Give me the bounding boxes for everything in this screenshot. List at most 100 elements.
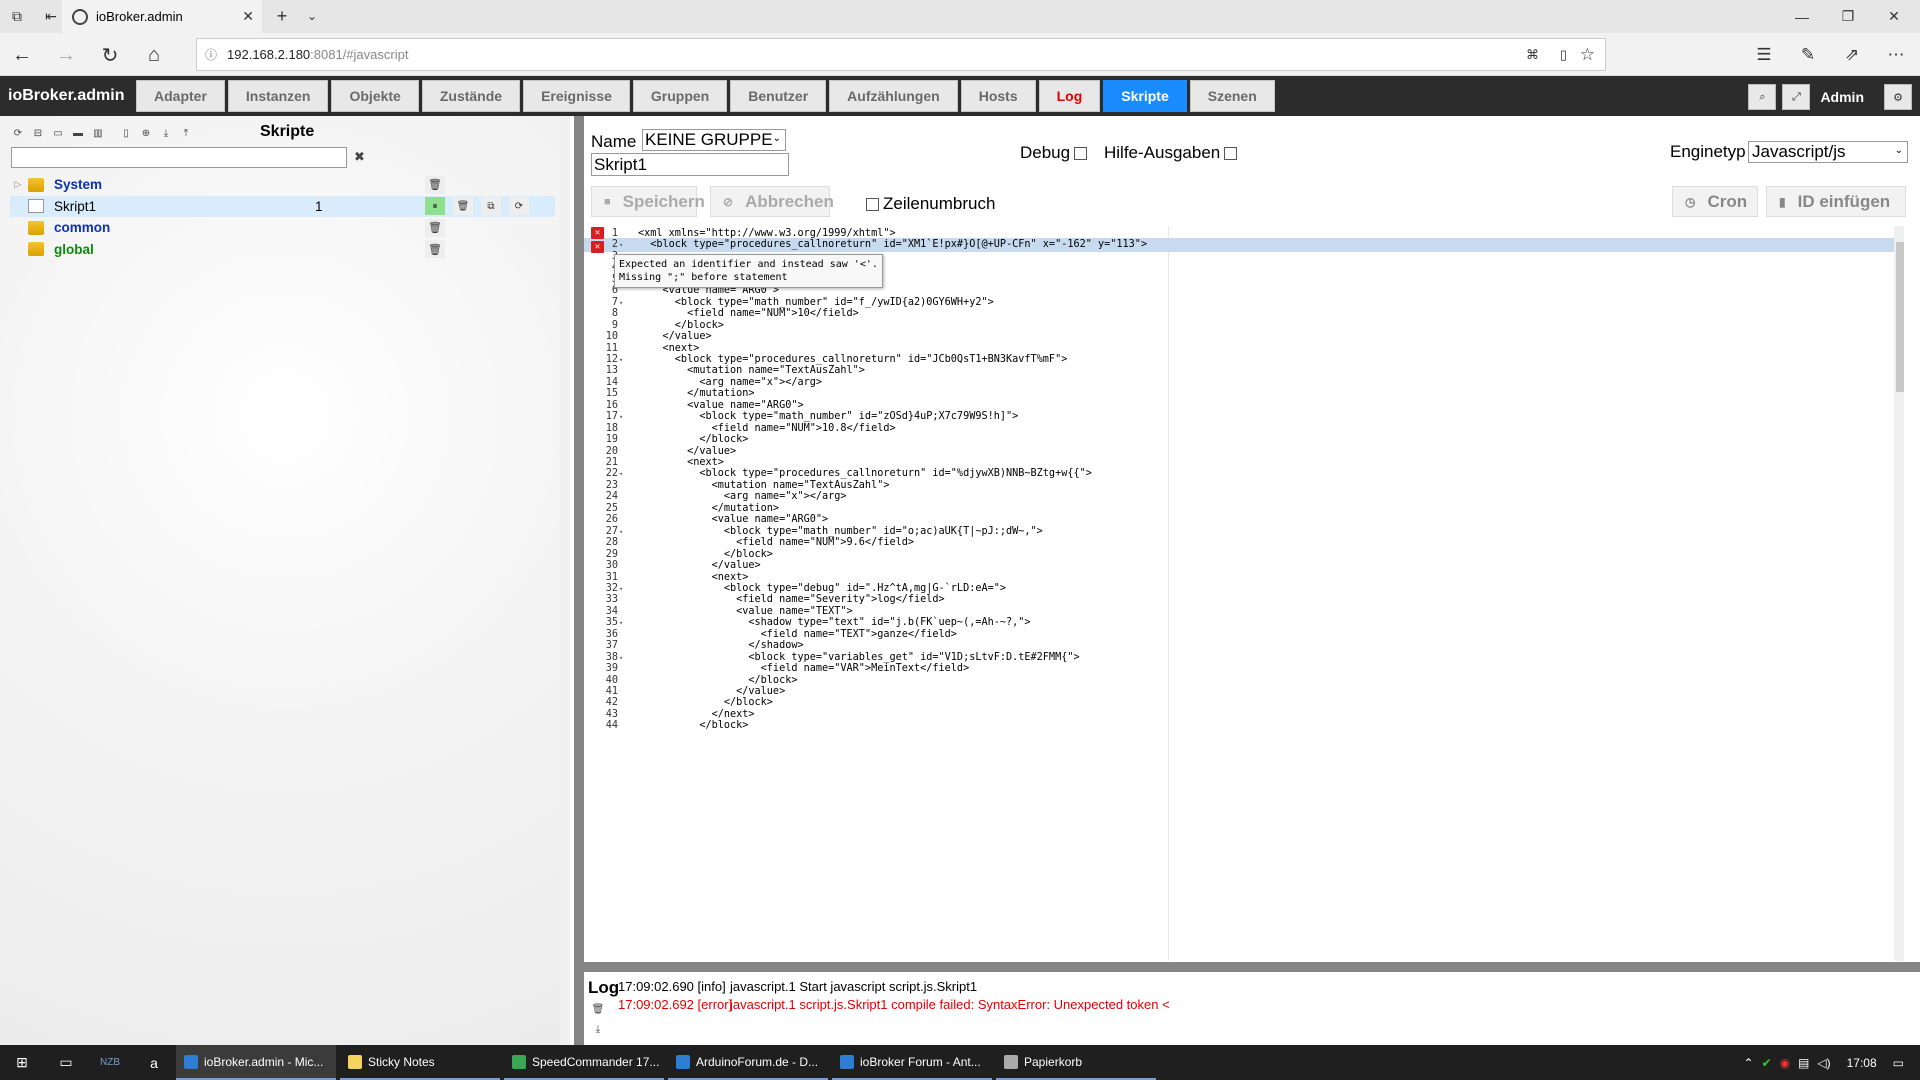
tree-row-common[interactable]: common 🗑	[10, 217, 555, 239]
tab-instanzen[interactable]: Instanzen	[227, 80, 329, 112]
tab-adapter[interactable]: Adapter	[136, 80, 225, 112]
debug-checkbox[interactable]	[1074, 146, 1088, 160]
tray-app-icon[interactable]: ◉	[1780, 1056, 1790, 1070]
forward-icon[interactable]: →	[50, 39, 82, 71]
trash-icon[interactable]: 🗑	[591, 1002, 605, 1016]
error-marker-icon[interactable]: ✕	[591, 241, 604, 253]
tray-volume-icon[interactable]: ◁)	[1817, 1056, 1830, 1070]
tab-actions-icon[interactable]: ⧉	[0, 0, 34, 33]
tab-hosts[interactable]: Hosts	[960, 80, 1036, 112]
insert-id-button[interactable]: ▮ ID einfügen	[1766, 186, 1906, 217]
refresh-icon[interactable]: ↻	[94, 39, 126, 71]
cron-button[interactable]: ◷ Cron	[1672, 186, 1758, 217]
favorite-star-icon[interactable]: ☆	[1580, 45, 1595, 65]
delete-icon[interactable]: 🗑	[425, 218, 445, 237]
tree-row-system[interactable]: ▷ System 🗑	[10, 174, 555, 196]
group-select[interactable]: KEINE GRUPPE ⌄	[642, 129, 786, 151]
code-editor[interactable]: 1 <xml xmlns="http://www.w3.org/1999/xhtm…	[584, 226, 1904, 961]
debug-toggle[interactable]: Debug	[1020, 143, 1088, 163]
word-wrap-toggle[interactable]: Zeilenumbruch	[866, 194, 995, 214]
taskbar-app-sticky-notes[interactable]: Sticky Notes	[340, 1045, 500, 1080]
add-circle-icon[interactable]: ⊕	[138, 125, 154, 141]
expand-arrow-icon[interactable]: ▷	[10, 179, 26, 190]
url-field[interactable]: ⓘ 192.168.2.180:8081/#javascript ⌘ ▯ ☆	[196, 38, 1606, 71]
save-button[interactable]: ■ Speichern	[591, 186, 705, 217]
share-icon[interactable]: ⇗	[1836, 39, 1868, 71]
tab-list-chevron-icon[interactable]: ⌄	[300, 4, 324, 28]
download-icon[interactable]: ⤓	[591, 1022, 605, 1036]
tree-row-skript1[interactable]: Skript1 1 ⏸ 🗑 ⧉ ⟳	[10, 195, 555, 217]
tab-skripte[interactable]: Skripte	[1103, 80, 1187, 112]
script-name-field[interactable]: Skript1	[591, 153, 789, 176]
restart-icon[interactable]: ⟳	[509, 197, 529, 216]
folder-add-icon[interactable]: ▬	[70, 125, 86, 141]
scripts-search-input[interactable]	[11, 147, 347, 168]
help-output-toggle[interactable]: Hilfe-Ausgaben	[1104, 143, 1238, 163]
pinned-app-icon[interactable]: NZB	[88, 1045, 132, 1080]
taskbar-app-recycle-bin[interactable]: Papierkorb	[996, 1045, 1156, 1080]
taskbar-app-arduinoforum[interactable]: ArduinoForum.de - D...	[668, 1045, 828, 1080]
taskbar-app-speedcommander[interactable]: SpeedCommander 17...	[504, 1045, 664, 1080]
tab-benutzer[interactable]: Benutzer	[730, 80, 827, 112]
tray-check-icon[interactable]: ✔	[1762, 1056, 1772, 1070]
scripts-scrollbar[interactable]	[560, 116, 570, 1045]
web-note-pen-icon[interactable]: ✎	[1792, 39, 1824, 71]
task-view-icon[interactable]: ▭	[44, 1045, 88, 1080]
clear-search-icon[interactable]: ✖	[354, 149, 365, 165]
settings-gear-icon[interactable]: ⚙	[1884, 84, 1912, 110]
user-label[interactable]: Admin	[1820, 89, 1864, 105]
panel-splitter[interactable]	[574, 116, 584, 1045]
taskbar-app-iobroker-forum[interactable]: ioBroker Forum - Ant...	[832, 1045, 992, 1080]
minimize-icon[interactable]: —	[1779, 0, 1825, 33]
word-wrap-checkbox[interactable]	[866, 197, 879, 211]
tree-row-global[interactable]: global 🗑	[10, 239, 555, 261]
tab-gruppen[interactable]: Gruppen	[632, 80, 728, 112]
export-icon[interactable]: ⤓	[158, 125, 174, 141]
copy-icon[interactable]: ⧉	[481, 197, 501, 216]
tray-chevron-up-icon[interactable]: ⌃	[1743, 1056, 1753, 1070]
new-script-icon[interactable]: ▯	[118, 125, 134, 141]
clock[interactable]: 17:08	[1847, 1056, 1877, 1070]
import-icon[interactable]: ⤒	[178, 125, 194, 141]
home-icon[interactable]: ⌂	[138, 39, 170, 71]
close-tab-icon[interactable]: ✕	[242, 8, 254, 25]
refresh-icon[interactable]: ⟳	[10, 125, 26, 141]
tray-network-icon[interactable]: ▤	[1798, 1056, 1809, 1070]
log-splitter[interactable]	[584, 962, 1920, 972]
tab-objekte[interactable]: Objekte	[331, 80, 419, 112]
engine-select[interactable]: Javascript/js ⌄	[1748, 141, 1908, 163]
tab-log[interactable]: Log	[1038, 80, 1101, 112]
back-icon[interactable]: ←	[6, 39, 38, 71]
tab-ereignisse[interactable]: Ereignisse	[523, 80, 630, 112]
code-line[interactable]: 44 </block>	[584, 719, 1904, 733]
pause-icon[interactable]: ⏸	[425, 197, 445, 216]
restore-icon[interactable]: ❐	[1825, 0, 1871, 33]
error-marker-icon[interactable]: ✕	[591, 227, 604, 239]
expand-icon[interactable]: ⤢	[1782, 84, 1811, 110]
tab-aufzaehlungen[interactable]: Aufzählungen	[829, 80, 958, 112]
tab-zustaende[interactable]: Zustände	[421, 80, 521, 112]
cancel-button[interactable]: ⊘ Abbrechen	[710, 186, 834, 217]
delete-icon[interactable]: 🗑	[425, 240, 445, 259]
new-tab-icon[interactable]: +	[270, 4, 294, 28]
notification-icon[interactable]: ▭	[1893, 1056, 1904, 1070]
close-window-icon[interactable]: ✕	[1871, 0, 1917, 33]
windows-start-icon[interactable]: ⊞	[0, 1045, 44, 1080]
app-title[interactable]: ioBroker.admin	[0, 87, 136, 105]
folder-open-icon[interactable]: ▭	[50, 125, 66, 141]
columns-icon[interactable]: ▥	[90, 125, 106, 141]
info-icon[interactable]: ⓘ	[205, 46, 217, 63]
reading-view-icon[interactable]: ▯	[1560, 47, 1567, 63]
delete-icon[interactable]: 🗑	[453, 197, 473, 216]
more-menu-icon[interactable]: ⋯	[1880, 39, 1912, 71]
tab-szenen[interactable]: Szenen	[1189, 80, 1275, 112]
delete-icon[interactable]: 🗑	[425, 175, 445, 194]
amazon-icon[interactable]: a	[132, 1045, 176, 1080]
collapse-all-icon[interactable]: ⊟	[30, 125, 46, 141]
taskbar-app-edge[interactable]: ioBroker.admin - Mic...	[176, 1045, 336, 1080]
scrollbar-thumb[interactable]	[1896, 242, 1904, 392]
extensions-icon[interactable]: ⌘	[1526, 47, 1539, 63]
editor-scrollbar[interactable]	[1894, 226, 1904, 961]
search-icon[interactable]: ⌕	[1748, 84, 1777, 110]
browser-tab[interactable]: ioBroker.admin ✕	[62, 0, 262, 33]
